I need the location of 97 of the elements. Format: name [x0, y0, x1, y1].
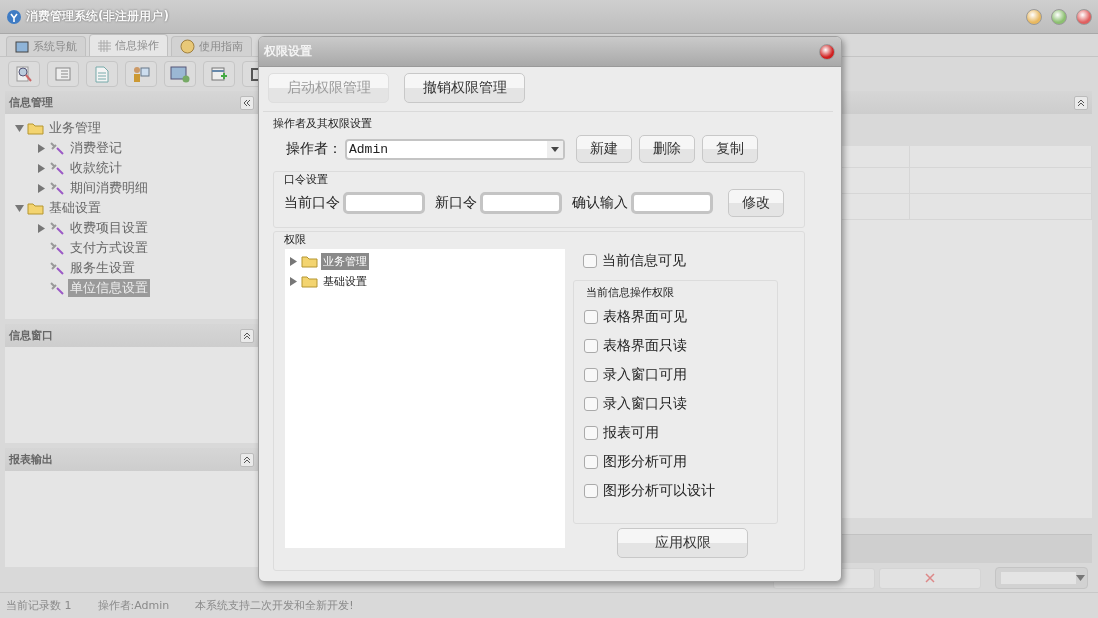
checkbox-label: 图形分析可用 — [603, 453, 687, 471]
checkbox[interactable] — [584, 397, 598, 411]
field-label: 当前口令 — [284, 194, 340, 212]
dropdown-arrow-icon — [1076, 575, 1085, 581]
list-icon — [55, 67, 71, 81]
action-button[interactable]: 撤销权限管理 — [404, 73, 525, 103]
tools-icon — [49, 260, 65, 276]
grid-icon — [98, 39, 111, 52]
tree-item[interactable]: 收费项目设置 — [68, 219, 150, 237]
tree-item[interactable]: 消费登记 — [68, 139, 124, 157]
password-field[interactable] — [480, 192, 562, 214]
maximize-button[interactable] — [1051, 8, 1067, 25]
panel-title: 信息窗口 — [9, 328, 53, 343]
checkbox-label: 报表可用 — [603, 424, 659, 442]
tools-icon — [49, 160, 65, 176]
checkbox[interactable] — [583, 254, 597, 268]
cross-icon — [925, 573, 935, 583]
group-title: 操作者及其权限设置 — [272, 116, 373, 131]
tree-item[interactable]: 收款统计 — [68, 159, 124, 177]
monitor-icon — [15, 40, 29, 53]
operator-label: 操作者： — [286, 140, 342, 158]
checkbox-label: 表格界面只读 — [603, 337, 687, 355]
status-text: 操作者:Admin — [97, 598, 170, 613]
checkbox[interactable] — [584, 368, 598, 382]
close-button[interactable] — [819, 43, 835, 60]
operator-button[interactable]: 复制 — [702, 135, 758, 163]
tree-item[interactable]: 业务管理 — [47, 119, 103, 137]
checkbox[interactable] — [584, 426, 598, 440]
toolbar-button[interactable] — [8, 61, 40, 87]
logo-icon — [6, 8, 22, 25]
operator-button[interactable]: 删除 — [639, 135, 695, 163]
monitor-icon — [170, 65, 190, 83]
double-chevron-up-icon — [1077, 98, 1085, 107]
password-field[interactable] — [631, 192, 713, 214]
collapse-button[interactable] — [240, 95, 254, 110]
group-title: 当前信息操作权限 — [585, 285, 675, 300]
double-chevron-left-icon — [243, 98, 251, 107]
checkbox[interactable] — [584, 484, 598, 498]
modify-button[interactable]: 修改 — [728, 189, 784, 217]
checkbox-label: 录入窗口可用 — [603, 366, 687, 384]
dialog-title: 权限设置 — [264, 43, 312, 60]
toolbar-button[interactable] — [125, 61, 157, 87]
toolbar-button[interactable] — [47, 61, 79, 87]
globe-icon — [180, 39, 195, 54]
tree-item[interactable]: 服务生设置 — [68, 259, 137, 277]
toolbar-button[interactable] — [86, 61, 118, 87]
window-icon — [211, 66, 227, 82]
tab[interactable]: 信息操作 — [89, 34, 168, 56]
folder-icon — [301, 254, 318, 268]
checkbox-label: 图形分析可以设计 — [603, 482, 715, 500]
dropdown[interactable] — [995, 567, 1088, 589]
expand-button[interactable] — [240, 328, 254, 343]
operator-button[interactable]: 新建 — [576, 135, 632, 163]
checkbox[interactable] — [584, 310, 598, 324]
cancel-button[interactable] — [879, 567, 981, 589]
double-chevron-up-icon — [243, 455, 251, 464]
tools-icon — [49, 240, 65, 256]
tree-item[interactable]: 基础设置 — [321, 272, 369, 290]
folder-icon — [27, 121, 44, 135]
group-title: 权限 — [283, 232, 307, 247]
apply-button[interactable]: 应用权限 — [617, 528, 748, 558]
tools-icon — [49, 220, 65, 236]
tree-item[interactable]: 单位信息设置 — [68, 279, 150, 297]
expand-button[interactable] — [240, 452, 254, 467]
folder-icon — [301, 274, 318, 288]
double-chevron-up-icon — [243, 331, 251, 340]
dropdown-arrow-icon — [551, 146, 559, 152]
person-icon — [132, 65, 150, 83]
folder-icon — [27, 201, 44, 215]
tree-item[interactable]: 支付方式设置 — [68, 239, 150, 257]
operator-combo[interactable]: Admin — [345, 138, 565, 160]
password-field[interactable] — [343, 192, 425, 214]
tools-icon — [49, 280, 65, 296]
tools-icon — [49, 140, 65, 156]
checkbox-label: 表格界面可见 — [603, 308, 687, 326]
search-icon — [16, 65, 32, 83]
collapse-button[interactable] — [1074, 95, 1088, 110]
close-button[interactable] — [1076, 8, 1092, 25]
panel-title: 报表输出 — [9, 452, 53, 467]
field-label: 新口令 — [435, 194, 477, 212]
toolbar-button[interactable] — [164, 61, 196, 87]
minimize-button[interactable] — [1026, 8, 1042, 25]
panel-title: 信息管理 — [9, 95, 53, 110]
tree-item[interactable]: 期间消费明细 — [68, 179, 150, 197]
group-title: 口令设置 — [283, 172, 329, 187]
field-label: 确认输入 — [572, 194, 628, 212]
checkbox-label: 录入窗口只读 — [603, 395, 687, 413]
checkbox[interactable] — [584, 339, 598, 353]
status-text: 当前记录数 1 — [6, 598, 72, 613]
toolbar-button[interactable] — [203, 61, 235, 87]
document-icon — [95, 65, 109, 83]
tree-item[interactable]: 业务管理 — [321, 252, 369, 270]
status-text: 本系统支持二次开发和全新开发! — [195, 598, 354, 613]
checkbox[interactable] — [584, 455, 598, 469]
tree-item[interactable]: 基础设置 — [47, 199, 103, 217]
checkbox-label: 当前信息可见 — [602, 252, 686, 270]
tools-icon — [49, 180, 65, 196]
